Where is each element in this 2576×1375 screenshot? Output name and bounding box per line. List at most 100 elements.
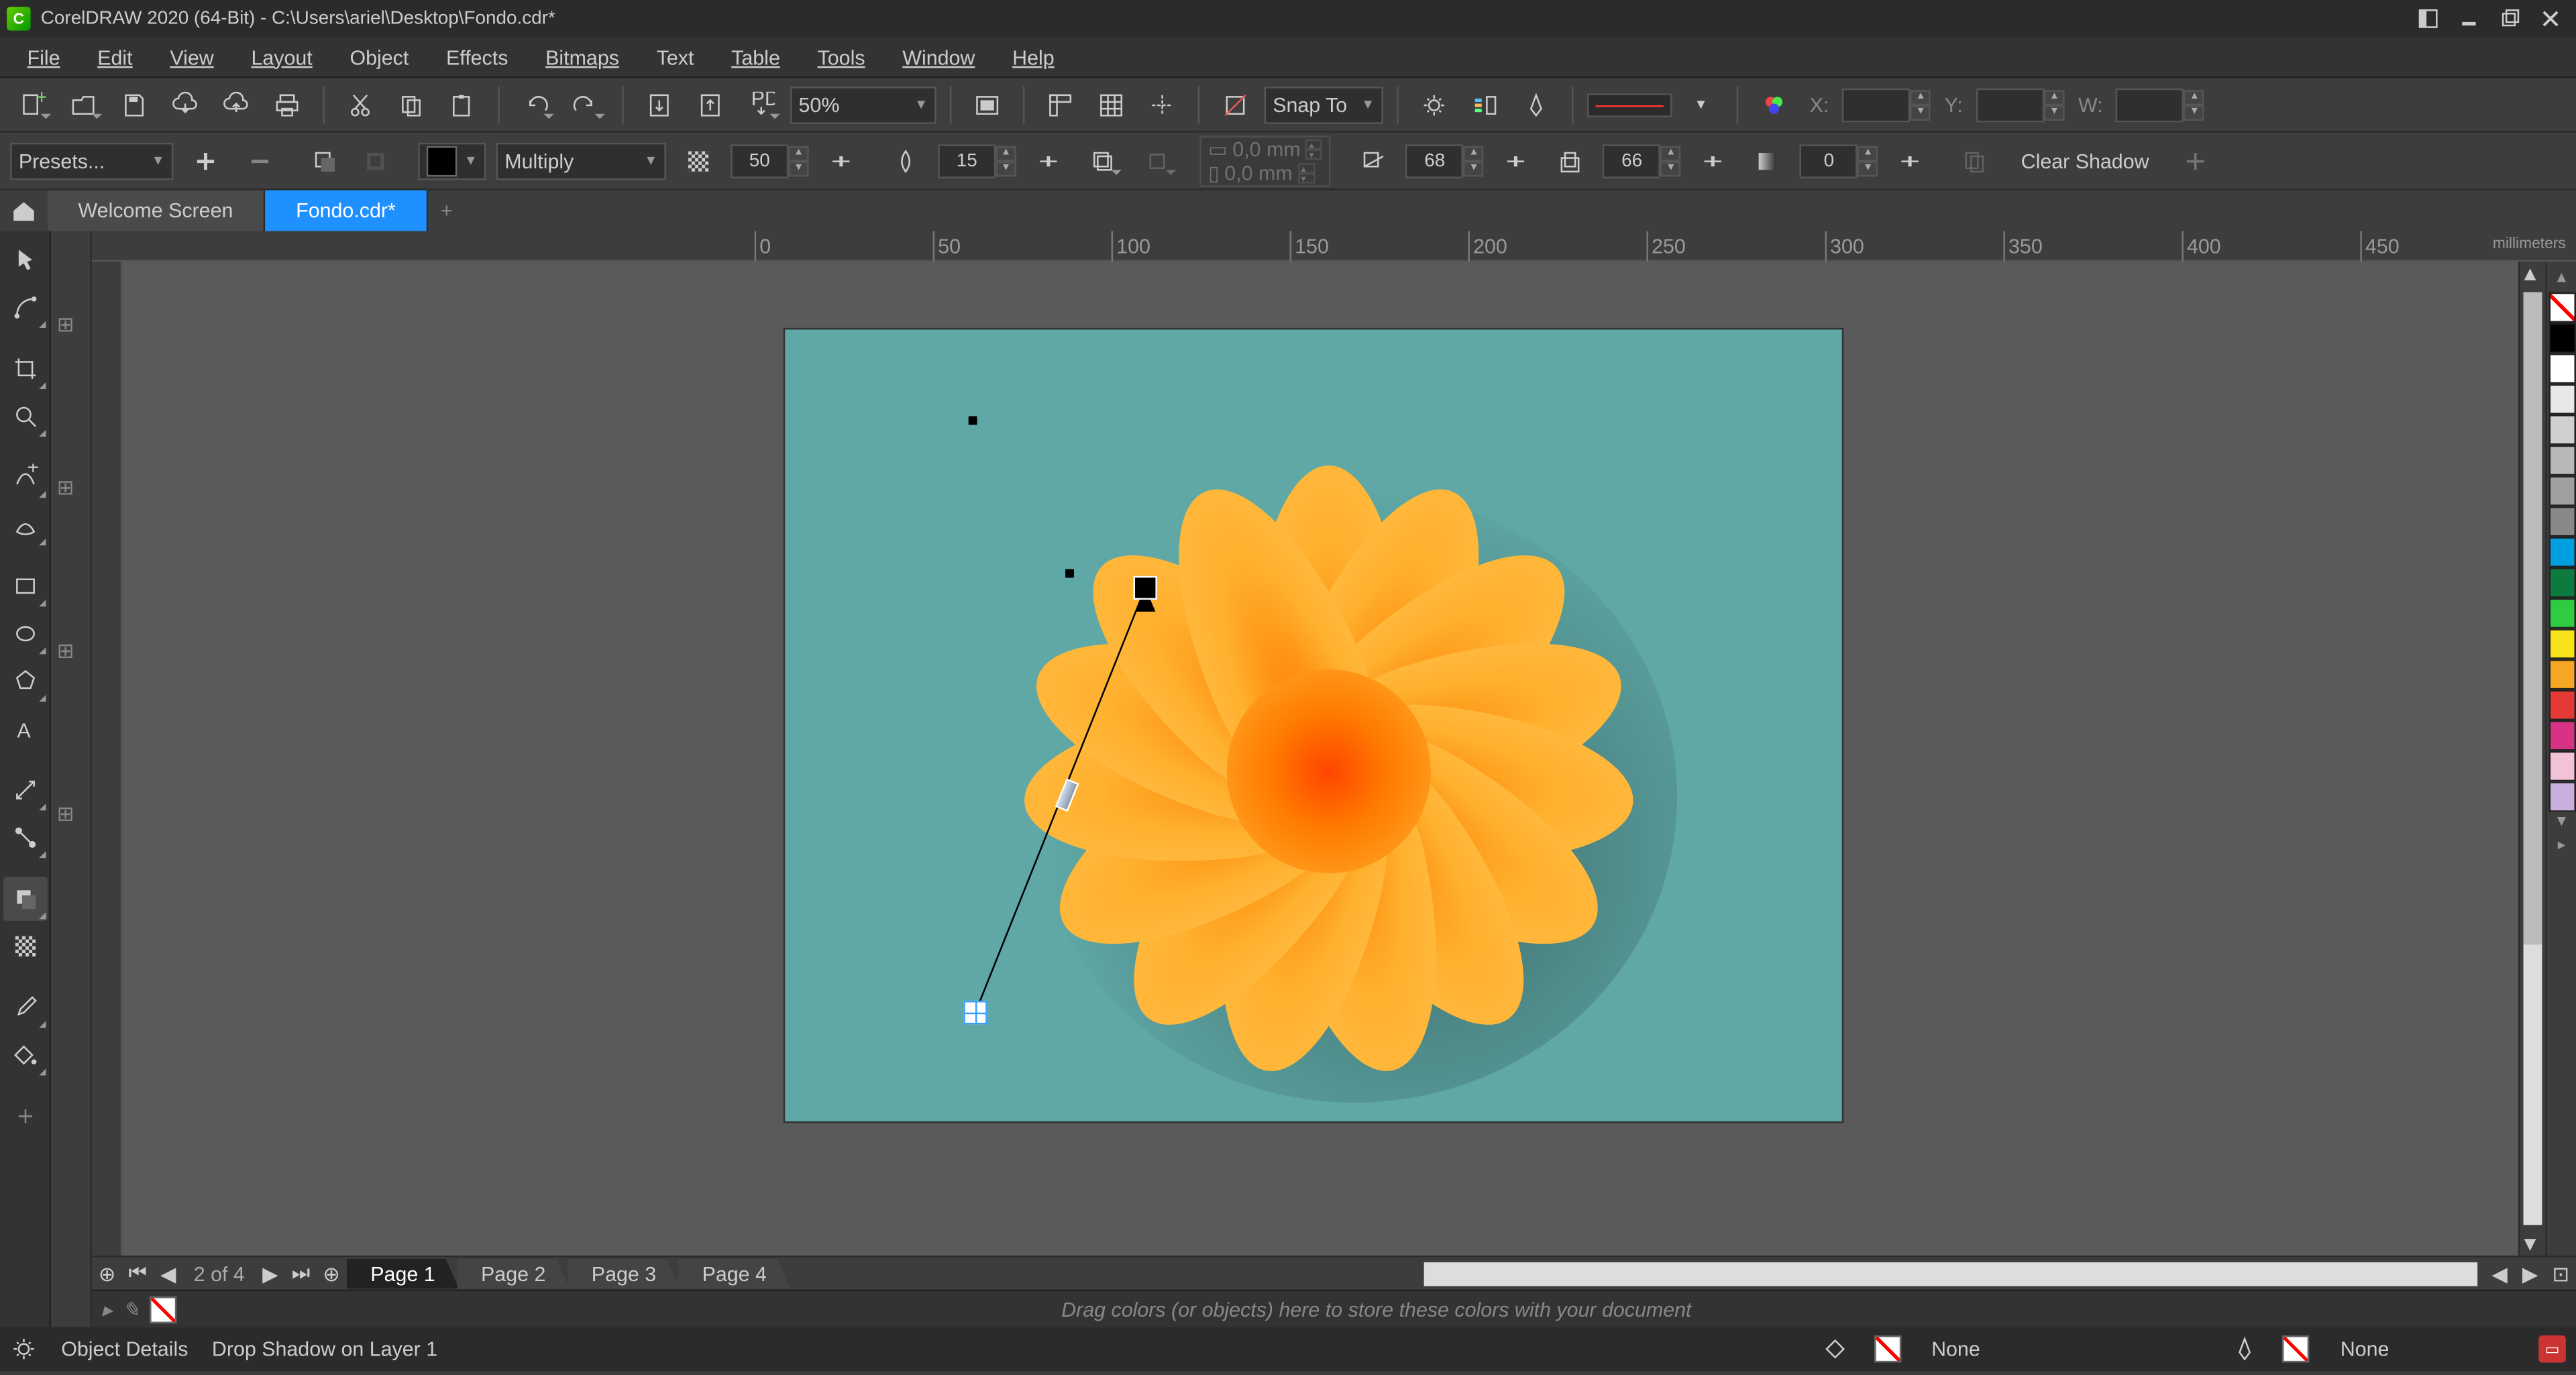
shadow-stretch-field[interactable]: ▲▼ (1603, 144, 1682, 178)
preset-remove-button[interactable] (238, 138, 282, 182)
page-tab-1[interactable]: Page 1 (347, 1258, 459, 1289)
tab-welcome-screen[interactable]: Welcome Screen (48, 190, 266, 231)
shadow-offset-group[interactable]: ▭0,0 mm▲▼ ▯0,0 mm▲▼ (1199, 135, 1331, 186)
vscroll-thumb[interactable] (2524, 292, 2542, 945)
rail-handle-2[interactable]: ⊞ (57, 476, 85, 503)
tab-document[interactable]: Fondo.cdr* (266, 190, 428, 231)
shadow-presets-select[interactable]: Presets...▼ (10, 142, 173, 180)
shadow-color-select[interactable]: ▼ (418, 142, 486, 180)
toolbox-customize-button[interactable] (3, 1094, 47, 1138)
export-button[interactable] (688, 82, 733, 127)
feather-field[interactable]: ▲▼ (938, 144, 1016, 178)
quick-layout-icon[interactable] (2410, 3, 2447, 34)
palette-swatch[interactable] (2548, 598, 2575, 629)
angle-slider-button[interactable] (1494, 138, 1538, 182)
palette-swatch[interactable] (2548, 628, 2575, 659)
add-preset-plus-button[interactable] (2173, 138, 2217, 182)
options-button[interactable] (1412, 82, 1456, 127)
save-button[interactable] (112, 82, 156, 127)
restore-button[interactable] (2491, 3, 2528, 34)
cut-button[interactable] (338, 82, 382, 127)
palette-swatch[interactable] (2548, 323, 2575, 353)
object-details-label[interactable]: Object Details (61, 1337, 188, 1360)
palette-swatch[interactable] (2548, 720, 2575, 751)
feather-edge-button[interactable] (1135, 138, 1179, 182)
shadow-end-handle[interactable] (963, 1001, 987, 1024)
copy-shadow-button[interactable] (1953, 138, 1997, 182)
fill-tool[interactable] (3, 1033, 47, 1077)
open-button[interactable] (61, 82, 105, 127)
menu-table[interactable]: Table (714, 40, 797, 74)
drop-shadow-tool[interactable] (3, 877, 47, 921)
inner-shadow-button[interactable] (354, 138, 398, 182)
horizontal-ruler[interactable]: 0 50 100 150 200 250 300 350 400 450 mil… (92, 231, 2576, 262)
palette-swatch[interactable] (2548, 476, 2575, 506)
palette-flyout-button[interactable]: ▸ (2550, 836, 2573, 859)
menu-bitmaps[interactable]: Bitmaps (529, 40, 636, 74)
color-styles-icon[interactable] (1752, 82, 1796, 127)
feather-slider-button[interactable] (1026, 138, 1071, 182)
menu-effects[interactable]: Effects (429, 40, 525, 74)
crop-tool[interactable] (3, 347, 47, 391)
import-button[interactable] (637, 82, 682, 127)
outline-swatch[interactable] (2283, 1335, 2310, 1363)
next-page-button[interactable]: ▶ (257, 1260, 284, 1287)
prev-page-button[interactable]: ◀ (155, 1260, 182, 1287)
freehand-tool[interactable]: + (3, 455, 47, 500)
rail-handle-3[interactable]: ⊞ (57, 639, 85, 666)
page-tab-3[interactable]: Page 3 (568, 1258, 680, 1289)
drop-shadow-control[interactable] (632, 567, 1176, 1111)
menu-object[interactable]: Object (333, 40, 426, 74)
last-page-button[interactable]: ⏭ (287, 1260, 315, 1287)
shadow-opacity-field[interactable]: ▲▼ (731, 144, 809, 178)
publish-pdf-button[interactable]: PDF (739, 82, 784, 127)
zoom-tool[interactable] (3, 394, 47, 439)
doc-palette-none-swatch[interactable] (150, 1295, 177, 1323)
vertical-scrollbar[interactable]: ▲ ▼ (2518, 262, 2546, 1256)
fade-slider-button[interactable] (1888, 138, 1933, 182)
palette-swatch[interactable] (2548, 781, 2575, 812)
status-alert-icon[interactable]: ▭ (2538, 1335, 2566, 1363)
dimension-tool[interactable] (3, 768, 47, 812)
pen-settings-icon[interactable] (1514, 82, 1558, 127)
clear-shadow-button[interactable]: Clear Shadow (2007, 149, 2162, 172)
coord-w-field[interactable]: ▲▼ (2116, 87, 2205, 121)
minimize-button[interactable] (2451, 3, 2488, 34)
outline-style-dropdown[interactable]: ▼ (1679, 82, 1723, 127)
feather-direction-button[interactable] (1081, 138, 1125, 182)
palette-swatch[interactable] (2548, 353, 2575, 384)
palette-none-swatch[interactable] (2548, 292, 2575, 323)
blend-mode-select[interactable]: Multiply▼ (496, 142, 666, 180)
preset-add-button[interactable] (184, 138, 228, 182)
coord-y-field[interactable]: ▲▼ (1976, 87, 2065, 121)
connector-tool[interactable] (3, 816, 47, 860)
full-screen-preview-button[interactable] (965, 82, 1010, 127)
close-button[interactable] (2532, 3, 2569, 34)
snap-to-select[interactable]: Snap To▼ (1265, 86, 1383, 123)
fill-swatch[interactable] (1874, 1335, 1901, 1363)
rail-handle-1[interactable]: ⊞ (57, 313, 85, 340)
palette-swatch[interactable] (2548, 751, 2575, 782)
document-palette[interactable]: ▸ ✎ Drag colors (or objects) here to sto… (92, 1290, 2576, 1327)
cloud-down-button[interactable] (163, 82, 207, 127)
shape-tool[interactable] (3, 286, 47, 330)
hscroll-left-button[interactable]: ◀ (2486, 1260, 2514, 1287)
menu-file[interactable]: File (10, 40, 77, 74)
show-grid-button[interactable] (1089, 82, 1134, 127)
page-tab-2[interactable]: Page 2 (458, 1258, 570, 1289)
artistic-media-tool[interactable] (3, 503, 47, 547)
eyedropper-tool[interactable] (3, 985, 47, 1030)
status-settings-icon[interactable] (10, 1335, 38, 1363)
print-button[interactable] (265, 82, 309, 127)
coord-x-field[interactable]: ▲▼ (1843, 87, 1931, 121)
navigator-button[interactable]: ⊡ (2547, 1260, 2575, 1287)
page-tab-4[interactable]: Page 4 (678, 1258, 790, 1289)
paste-button[interactable] (440, 82, 484, 127)
scroll-down-button[interactable]: ▼ (2520, 1231, 2545, 1255)
menu-text[interactable]: Text (639, 40, 710, 74)
palette-swatch[interactable] (2548, 537, 2575, 567)
redo-button[interactable] (564, 82, 608, 127)
show-guidelines-button[interactable] (1140, 82, 1185, 127)
scroll-up-button[interactable]: ▲ (2520, 262, 2545, 285)
ellipse-tool[interactable] (3, 612, 47, 656)
